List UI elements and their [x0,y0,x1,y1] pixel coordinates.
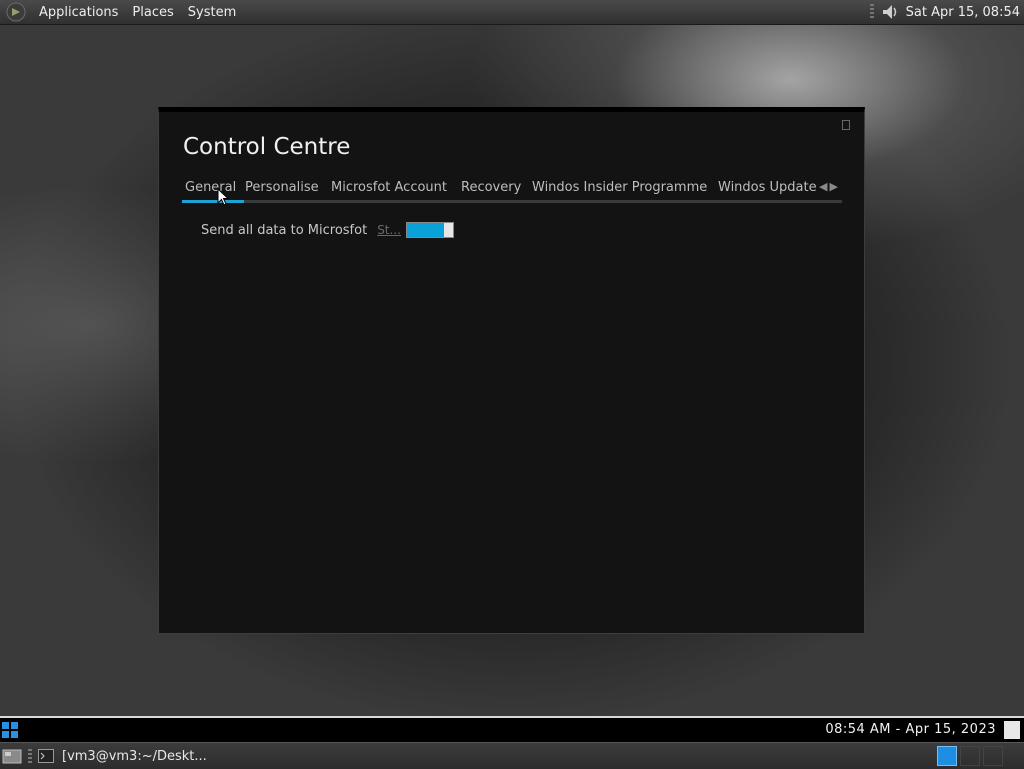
terminal-icon [38,749,54,763]
chevron-left-icon[interactable]: ◀ [819,180,827,193]
tab-windows-update[interactable]: Windos Update [718,180,817,195]
places-menu[interactable]: Places [125,5,180,20]
gnome-foot-icon[interactable] [6,2,26,22]
bottom-panel: [vm3@vm3:~/Deskt... [0,742,1024,769]
terminal-task-button[interactable]: [vm3@vm3:~/Deskt... [38,745,207,767]
send-data-toggle[interactable] [405,222,454,238]
chevron-right-icon[interactable]: ▶ [829,180,837,193]
taskbar: 08:54 AM - Apr 15, 2023 [0,716,1024,742]
setting-state-text: St... [377,223,401,237]
tab-bar: General Personalise Microsfot Account Re… [182,180,842,203]
toggle-knob[interactable] [443,223,453,237]
top-panel: Applications Places System Sat Apr 15, 0… [0,0,1024,25]
tab-personalise[interactable]: Personalise [245,180,319,195]
window-title: Control Centre [183,134,351,160]
send-data-setting: Send all data to Microsfot St... [201,220,454,240]
terminal-task-label: [vm3@vm3:~/Deskt... [62,748,207,764]
show-desktop-icon[interactable] [2,748,22,764]
active-tab-indicator [182,200,244,203]
tab-rail [182,200,842,203]
workspace-3[interactable] [983,746,1003,766]
close-icon[interactable] [842,120,850,130]
system-menu[interactable]: System [181,5,243,20]
volume-icon[interactable] [880,2,900,22]
mouse-pointer-icon [217,188,229,206]
workspace-2[interactable] [960,746,980,766]
panel-clock[interactable]: Sat Apr 15, 08:54 [906,5,1024,20]
windows-logo-icon[interactable] [2,722,18,738]
tab-recovery[interactable]: Recovery [461,180,521,195]
workspace-1[interactable] [937,746,957,766]
tab-microsoft-account[interactable]: Microsfot Account [331,180,447,195]
show-desktop-button[interactable] [1004,721,1020,739]
panel-separator [28,749,32,763]
tab-scroll-arrows: ◀ ▶ [819,180,840,193]
control-centre-window: Control Centre General Personalise Micro… [158,107,865,634]
tab-insider-programme[interactable]: Windos Insider Programme [532,180,707,195]
tray-separator [869,4,874,20]
setting-label: Send all data to Microsfot [201,222,368,238]
applications-menu[interactable]: Applications [32,5,125,20]
taskbar-clock[interactable]: 08:54 AM - Apr 15, 2023 [825,722,996,737]
